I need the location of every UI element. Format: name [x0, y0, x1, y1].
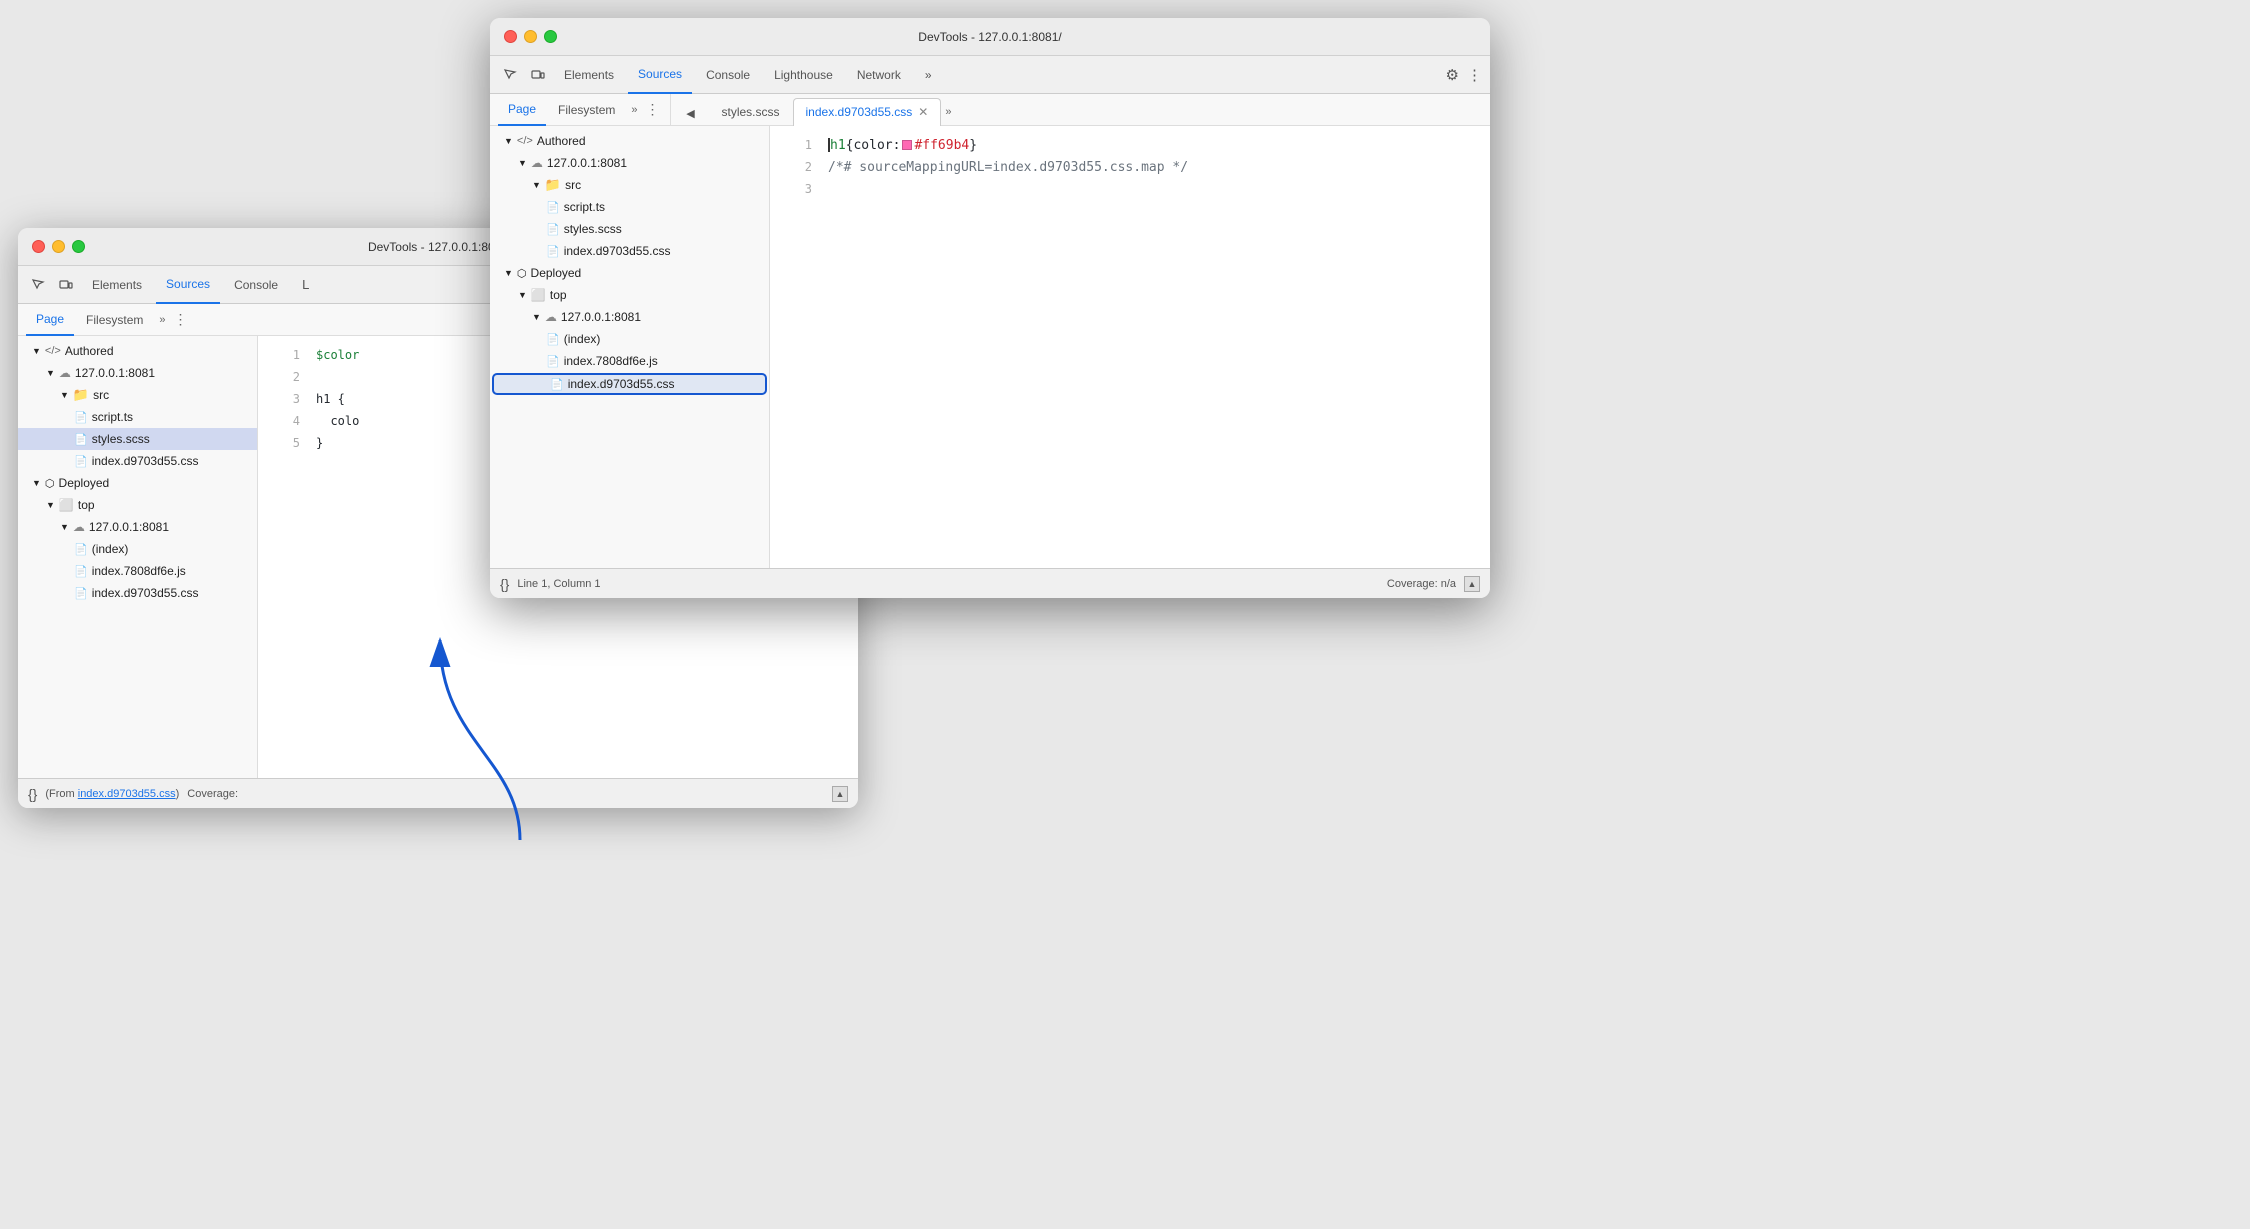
- subtab-dots-front[interactable]: ⋮: [646, 101, 660, 118]
- devtools-window-front: DevTools - 127.0.0.1:8081/ Elements Sour…: [490, 18, 1490, 598]
- traffic-lights-front: [504, 30, 557, 43]
- editor-tabs-more[interactable]: »: [941, 98, 955, 126]
- editor-tab-indexcss[interactable]: index.d9703d55.css ✕: [793, 98, 942, 126]
- tab-more-back[interactable]: L: [292, 266, 319, 304]
- device-toggle-icon[interactable]: [54, 273, 78, 297]
- main-panel-front: ▼ </> Authored ▼ 127.0.0.1:8081 ▼ 📁 src …: [490, 126, 1490, 568]
- tree-src-front[interactable]: ▼ 📁 src: [490, 174, 769, 196]
- tab-elements-front[interactable]: Elements: [554, 56, 624, 94]
- tree-top-back[interactable]: ▼ ⬜ top: [18, 494, 257, 516]
- close-button-front[interactable]: [504, 30, 517, 43]
- tree-top-front[interactable]: ▼ ⬜ top: [490, 284, 769, 306]
- scroll-up-front[interactable]: ▲: [1464, 576, 1480, 592]
- maximize-button-back[interactable]: [72, 240, 85, 253]
- tree-authored-front[interactable]: ▼ </> Authored: [490, 130, 769, 152]
- editor-panel-front: 1 h1{color:#ff69b4} 2 /*# sourceMappingU…: [770, 126, 1490, 568]
- tab-more-front[interactable]: »: [915, 56, 942, 94]
- minimize-button-front[interactable]: [524, 30, 537, 43]
- title-bar-front: DevTools - 127.0.0.1:8081/: [490, 18, 1490, 56]
- minimize-button-back[interactable]: [52, 240, 65, 253]
- subtab-page-front[interactable]: Page: [498, 94, 546, 126]
- gear-icon-front[interactable]: ⚙: [1446, 66, 1459, 84]
- line-col-front: Line 1, Column 1: [517, 578, 600, 590]
- coverage-front: Coverage: n/a: [1387, 578, 1456, 590]
- tree-host-authored-front[interactable]: ▼ 127.0.0.1:8081: [490, 152, 769, 174]
- format-icon-back[interactable]: {}: [28, 786, 37, 802]
- tree-indexcss-front[interactable]: 📄 index.d9703d55.css: [490, 240, 769, 262]
- tree-stylesscss-front[interactable]: 📄 styles.scss: [490, 218, 769, 240]
- close-button-back[interactable]: [32, 240, 45, 253]
- tree-host-deployed-back[interactable]: ▼ 127.0.0.1:8081: [18, 516, 257, 538]
- devtools-toolbar-front: Elements Sources Console Lighthouse Netw…: [490, 56, 1490, 94]
- tab-close-icon[interactable]: ✕: [918, 105, 928, 119]
- tab-elements-back[interactable]: Elements: [82, 266, 152, 304]
- file-tree-front: ▼ </> Authored ▼ 127.0.0.1:8081 ▼ 📁 src …: [490, 126, 770, 568]
- from-label-back: (From index.d9703d55.css): [45, 788, 179, 800]
- tree-host-deployed-front[interactable]: ▼ 127.0.0.1:8081: [490, 306, 769, 328]
- status-bar-front: {} Line 1, Column 1 Coverage: n/a ▲: [490, 568, 1490, 598]
- tree-scriptts-front[interactable]: 📄 script.ts: [490, 196, 769, 218]
- maximize-button-front[interactable]: [544, 30, 557, 43]
- tree-deployed-front[interactable]: ▼ ⬡ Deployed: [490, 262, 769, 284]
- format-icon-front[interactable]: {}: [500, 576, 509, 592]
- tree-stylesscss-back[interactable]: 📄 styles.scss: [18, 428, 257, 450]
- tree-index-back[interactable]: 📄 (index): [18, 538, 257, 560]
- tab-sources-back[interactable]: Sources: [156, 266, 220, 304]
- inspect-icon-front[interactable]: [498, 63, 522, 87]
- color-swatch-front: [902, 140, 912, 150]
- window-title-back: DevTools - 127.0.0.1:8081: [368, 240, 508, 254]
- subtab-page-back[interactable]: Page: [26, 304, 74, 336]
- coverage-label-back: Coverage:: [187, 788, 238, 800]
- subtab-bar-front: Page Filesystem » ⋮ ◀ styles.scss index.…: [490, 94, 1490, 126]
- tab-lighthouse-front[interactable]: Lighthouse: [764, 56, 843, 94]
- subtab-more-back[interactable]: »: [155, 314, 169, 326]
- code-line-2-front: 2 /*# sourceMappingURL=index.d9703d55.cs…: [770, 156, 1490, 178]
- tree-src-back[interactable]: ▼ 📁 src: [18, 384, 257, 406]
- inspect-icon[interactable]: [26, 273, 50, 297]
- subtab-filesystem-back[interactable]: Filesystem: [76, 304, 153, 336]
- device-toggle-icon-front[interactable]: [526, 63, 550, 87]
- code-line-1-front: 1 h1{color:#ff69b4}: [770, 134, 1490, 156]
- from-link-back[interactable]: index.d9703d55.css: [78, 788, 176, 800]
- tab-sources-front[interactable]: Sources: [628, 56, 692, 94]
- tree-host-authored-back[interactable]: ▼ 127.0.0.1:8081: [18, 362, 257, 384]
- subtab-dots-back[interactable]: ⋮: [174, 311, 188, 328]
- more-options-icon-front[interactable]: ⋮: [1467, 66, 1482, 84]
- editor-tabs-container: ◀ styles.scss index.d9703d55.css ✕ »: [670, 94, 956, 126]
- code-content-front: 1 h1{color:#ff69b4} 2 /*# sourceMappingU…: [770, 126, 1490, 208]
- scroll-up-back[interactable]: ▲: [832, 786, 848, 802]
- traffic-lights-back: [32, 240, 85, 253]
- tab-network-front[interactable]: Network: [847, 56, 911, 94]
- tab-console-front[interactable]: Console: [696, 56, 760, 94]
- subtab-more-front[interactable]: »: [627, 104, 641, 116]
- tree-indexcss-deployed-back[interactable]: 📄 index.d9703d55.css: [18, 582, 257, 604]
- status-bar-back: {} (From index.d9703d55.css) Coverage: ▲: [18, 778, 858, 808]
- tree-deployed-back[interactable]: ▼ ⬡ Deployed: [18, 472, 257, 494]
- tree-indexjs-front[interactable]: 📄 index.7808df6e.js: [490, 350, 769, 372]
- tree-indexjs-back[interactable]: 📄 index.7808df6e.js: [18, 560, 257, 582]
- window-title-front: DevTools - 127.0.0.1:8081/: [918, 30, 1061, 44]
- sidebar-toggle-front[interactable]: ◀: [679, 102, 703, 126]
- subtab-filesystem-front[interactable]: Filesystem: [548, 94, 625, 126]
- editor-tab-styles[interactable]: styles.scss: [709, 98, 793, 126]
- tree-indexcss-back[interactable]: 📄 index.d9703d55.css: [18, 450, 257, 472]
- tree-index-front[interactable]: 📄 (index): [490, 328, 769, 350]
- file-tree-back: ▼ </> Authored ▼ 127.0.0.1:8081 ▼ 📁 src …: [18, 336, 258, 778]
- toolbar-right-front: ⚙ ⋮: [1446, 66, 1482, 84]
- tree-authored-back[interactable]: ▼ </> Authored: [18, 340, 257, 362]
- tab-console-back[interactable]: Console: [224, 266, 288, 304]
- tree-scriptts-back[interactable]: 📄 script.ts: [18, 406, 257, 428]
- tree-indexcss-deployed-front[interactable]: 📄 index.d9703d55.css: [492, 373, 767, 395]
- code-line-3-front: 3: [770, 178, 1490, 200]
